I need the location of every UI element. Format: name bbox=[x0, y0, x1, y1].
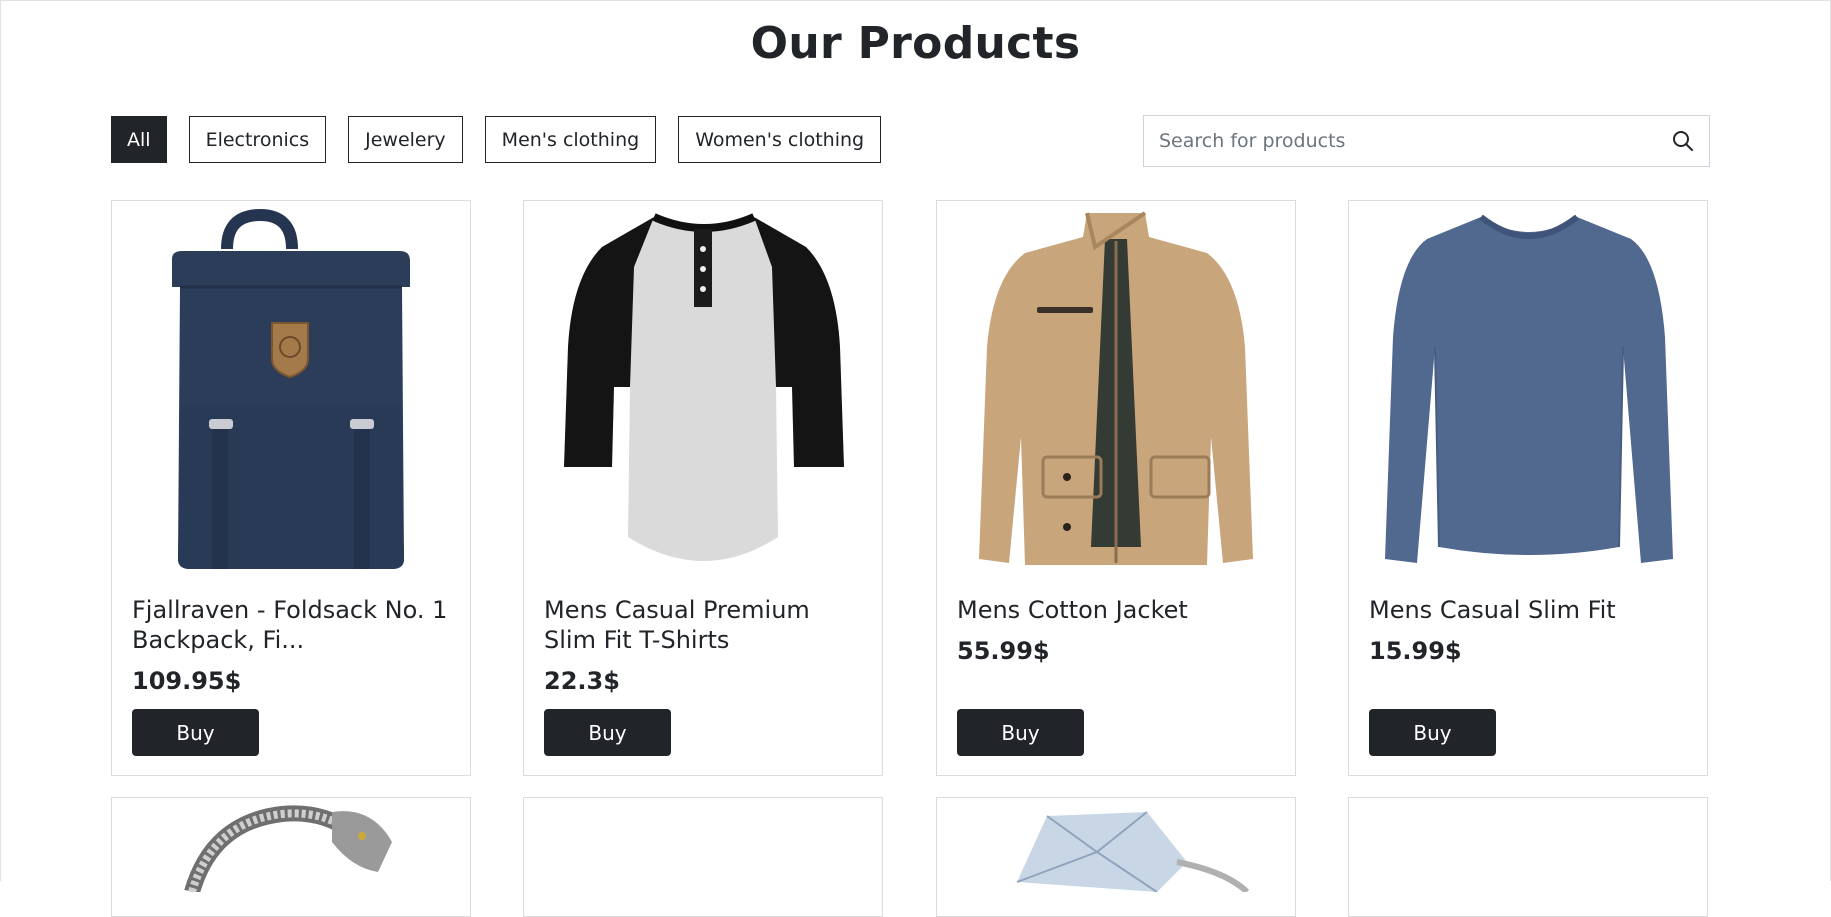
product-price: 55.99$ bbox=[957, 637, 1050, 665]
product-card bbox=[1348, 797, 1708, 917]
product-image-diamond-ring[interactable] bbox=[977, 802, 1257, 895]
buy-button[interactable]: Buy bbox=[957, 709, 1084, 756]
search-icon[interactable] bbox=[1657, 116, 1709, 166]
product-card bbox=[523, 797, 883, 917]
buy-button[interactable]: Buy bbox=[544, 709, 671, 756]
product-image-backpack[interactable] bbox=[132, 207, 450, 571]
product-name[interactable]: Fjallraven - Foldsack No. 1 Backpack, Fi… bbox=[132, 595, 452, 655]
buy-button[interactable]: Buy bbox=[1369, 709, 1496, 756]
product-card: Mens Cotton Jacket 55.99$ Buy bbox=[936, 200, 1296, 776]
product-card: Fjallraven - Foldsack No. 1 Backpack, Fi… bbox=[111, 200, 471, 776]
page-title: Our Products bbox=[750, 18, 1081, 69]
product-image-cotton-jacket[interactable] bbox=[957, 207, 1275, 571]
search-box bbox=[1143, 115, 1710, 167]
product-price: 109.95$ bbox=[132, 667, 242, 695]
product-card: Mens Casual Slim Fit 15.99$ Buy bbox=[1348, 200, 1708, 776]
search-input[interactable] bbox=[1144, 116, 1657, 166]
filter-womens-clothing-button[interactable]: Women's clothing bbox=[678, 116, 882, 163]
product-image-raglan-tshirt[interactable] bbox=[544, 207, 862, 571]
product-card: Mens Casual Premium Slim Fit T-Shirts 22… bbox=[523, 200, 883, 776]
product-image-dragon-bracelet[interactable] bbox=[182, 802, 402, 895]
product-name[interactable]: Mens Casual Slim Fit bbox=[1369, 595, 1689, 625]
buy-button[interactable]: Buy bbox=[132, 709, 259, 756]
filter-jewelery-button[interactable]: Jewelery bbox=[348, 116, 463, 163]
product-name[interactable]: Mens Cotton Jacket bbox=[957, 595, 1277, 625]
product-card bbox=[111, 797, 471, 917]
product-card bbox=[936, 797, 1296, 917]
category-filters: All Electronics Jewelery Men's clothing … bbox=[111, 116, 882, 163]
filter-mens-clothing-button[interactable]: Men's clothing bbox=[484, 116, 657, 163]
product-price: 22.3$ bbox=[544, 667, 620, 695]
filter-all-button[interactable]: All bbox=[111, 116, 167, 163]
product-name[interactable]: Mens Casual Premium Slim Fit T-Shirts bbox=[544, 595, 864, 655]
product-price: 15.99$ bbox=[1369, 637, 1462, 665]
product-image-longsleeve-shirt[interactable] bbox=[1369, 207, 1687, 571]
filter-electronics-button[interactable]: Electronics bbox=[188, 116, 327, 163]
